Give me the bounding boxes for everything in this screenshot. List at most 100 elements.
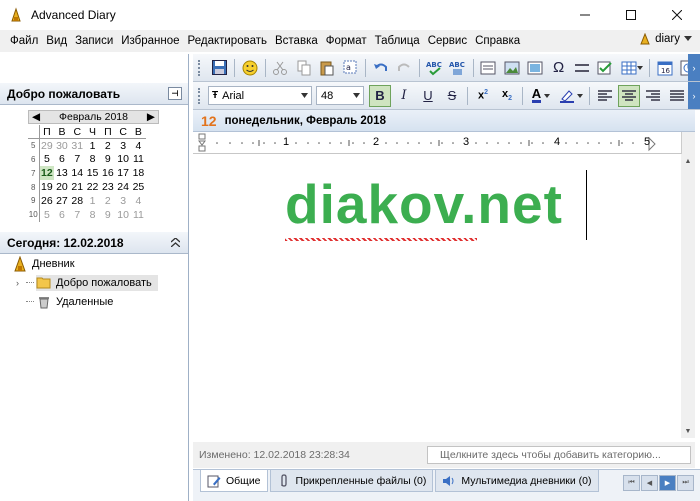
pin-icon[interactable]: ⊣ bbox=[168, 87, 182, 100]
align-right-button[interactable] bbox=[642, 85, 664, 107]
calendar-day[interactable]: 27 bbox=[54, 194, 69, 208]
insert-symbol-button[interactable]: Ω bbox=[548, 57, 569, 79]
next-tab-button[interactable]: ▶ bbox=[659, 475, 676, 491]
calendar-day[interactable]: 13 bbox=[54, 166, 69, 180]
emoticon-button[interactable] bbox=[239, 57, 260, 79]
calendar-day[interactable]: 10 bbox=[115, 153, 130, 167]
calendar-day[interactable]: 3 bbox=[115, 194, 130, 208]
calendar-day[interactable]: 8 bbox=[85, 208, 100, 222]
strikethrough-button[interactable]: S bbox=[441, 85, 463, 107]
redo-button[interactable] bbox=[394, 57, 415, 79]
undo-button[interactable] bbox=[370, 57, 391, 79]
calendar-day[interactable]: 1 bbox=[85, 139, 100, 153]
highlight-button[interactable] bbox=[557, 85, 585, 107]
calendar-day[interactable]: 1 bbox=[85, 194, 100, 208]
calendar-day[interactable]: 31 bbox=[70, 139, 85, 153]
tree-item-diary[interactable]: Дневник bbox=[12, 254, 182, 273]
calendar-day[interactable]: 19 bbox=[39, 180, 54, 194]
calendar-day[interactable]: 4 bbox=[131, 194, 146, 208]
menu-favorites[interactable]: Избранное bbox=[117, 35, 183, 47]
font-size-select[interactable]: 48 bbox=[316, 86, 364, 105]
underline-button[interactable]: U bbox=[417, 85, 439, 107]
calendar-day[interactable]: 17 bbox=[115, 166, 130, 180]
insert-table-button[interactable] bbox=[618, 57, 645, 79]
spell-options-button[interactable]: ABC bbox=[447, 57, 468, 79]
font-color-button[interactable]: A bbox=[527, 85, 555, 107]
entry-content[interactable]: diakov.net bbox=[285, 172, 563, 236]
minimize-button[interactable] bbox=[562, 0, 608, 30]
toolbar-overflow-button[interactable]: › bbox=[688, 82, 700, 109]
cut-button[interactable] bbox=[270, 57, 291, 79]
menu-tools[interactable]: Сервис bbox=[424, 35, 471, 47]
scroll-down-button[interactable]: ▼ bbox=[681, 424, 695, 438]
calendar-day[interactable]: 22 bbox=[85, 180, 100, 194]
paste-button[interactable] bbox=[316, 57, 337, 79]
prev-month-button[interactable]: ◀ bbox=[32, 111, 40, 123]
tab-attachments[interactable]: Прикрепленные файлы (0) bbox=[269, 470, 434, 492]
tab-multimedia[interactable]: Мультимедиа дневники (0) bbox=[435, 470, 599, 492]
align-left-button[interactable] bbox=[594, 85, 616, 107]
close-button[interactable] bbox=[654, 0, 700, 30]
tree-item-welcome[interactable]: › Добро пожаловать bbox=[12, 273, 182, 292]
calendar-day[interactable]: 25 bbox=[131, 180, 146, 194]
calendar-day[interactable]: 9 bbox=[100, 153, 115, 167]
calendar-day[interactable]: 7 bbox=[70, 208, 85, 222]
calendar-day[interactable]: 9 bbox=[100, 208, 115, 222]
ruler[interactable]: 1 2 3 4 5 bbox=[193, 132, 695, 154]
menu-help[interactable]: Справка bbox=[471, 35, 524, 47]
spellcheck-button[interactable]: ABC bbox=[424, 57, 445, 79]
subscript-button[interactable]: x2 bbox=[496, 85, 518, 107]
calendar-day-today[interactable]: 12 bbox=[39, 166, 55, 181]
menu-insert[interactable]: Вставка bbox=[271, 35, 322, 47]
maximize-button[interactable] bbox=[608, 0, 654, 30]
calendar-day[interactable]: 24 bbox=[115, 180, 130, 194]
scroll-up-button[interactable]: ▲ bbox=[681, 154, 695, 168]
copy-button[interactable] bbox=[293, 57, 314, 79]
calendar-day[interactable]: 7 bbox=[70, 153, 85, 167]
category-input[interactable]: Щелкните здесь чтобы добавить категорию.… bbox=[427, 446, 691, 464]
menu-table[interactable]: Таблица bbox=[371, 35, 424, 47]
toolbar-overflow-button[interactable]: › bbox=[688, 54, 700, 81]
collapse-icon[interactable] bbox=[171, 238, 180, 247]
menu-file[interactable]: Файл bbox=[6, 35, 42, 47]
save-button[interactable] bbox=[209, 57, 230, 79]
prev-tab-button[interactable]: ◀ bbox=[641, 475, 658, 491]
calendar-day[interactable]: 15 bbox=[85, 166, 100, 180]
calendar-day[interactable]: 23 bbox=[100, 180, 115, 194]
calendar-day[interactable]: 3 bbox=[115, 139, 130, 153]
calendar-day[interactable]: 4 bbox=[131, 139, 146, 153]
menu-entries[interactable]: Записи bbox=[71, 35, 117, 47]
calendar-day[interactable]: 10 bbox=[115, 208, 130, 222]
calendar-day[interactable]: 16 bbox=[100, 166, 115, 180]
insert-picture-button[interactable] bbox=[524, 57, 545, 79]
calendar-day[interactable]: 6 bbox=[54, 208, 69, 222]
vertical-scrollbar[interactable]: ▲ ▼ bbox=[681, 154, 695, 438]
calendar-day[interactable]: 28 bbox=[70, 194, 85, 208]
calendar-day[interactable]: 14 bbox=[70, 166, 85, 180]
calendar-day[interactable]: 6 bbox=[54, 153, 69, 167]
tree-item-deleted[interactable]: Удаленные bbox=[12, 292, 182, 311]
insert-line-button[interactable] bbox=[571, 57, 592, 79]
insert-checkbox-button[interactable] bbox=[595, 57, 616, 79]
last-tab-button[interactable]: ⏭ bbox=[677, 475, 694, 491]
next-month-button[interactable]: ▶ bbox=[147, 111, 155, 123]
menu-view[interactable]: Вид bbox=[42, 35, 71, 47]
user-selector[interactable]: diary bbox=[639, 33, 692, 45]
calendar-day[interactable]: 11 bbox=[131, 153, 146, 167]
calendar-day[interactable]: 29 bbox=[39, 139, 54, 153]
align-center-button[interactable] bbox=[618, 84, 640, 107]
bold-button[interactable]: B bbox=[369, 84, 391, 107]
calendar-day[interactable]: 2 bbox=[100, 194, 115, 208]
calendar-day[interactable]: 8 bbox=[85, 153, 100, 167]
tab-general[interactable]: Общие bbox=[200, 470, 268, 492]
calendar-day[interactable]: 18 bbox=[131, 166, 146, 180]
calendar-day[interactable]: 30 bbox=[54, 139, 69, 153]
calendar-day[interactable]: 2 bbox=[100, 139, 115, 153]
expand-icon[interactable]: › bbox=[16, 278, 26, 288]
insert-textbox-button[interactable] bbox=[478, 57, 499, 79]
calendar-day[interactable]: 21 bbox=[70, 180, 85, 194]
calendar-day[interactable]: 20 bbox=[54, 180, 69, 194]
justify-button[interactable] bbox=[666, 85, 688, 107]
superscript-button[interactable]: x2 bbox=[472, 85, 494, 107]
calendar-day[interactable]: 5 bbox=[39, 208, 54, 222]
